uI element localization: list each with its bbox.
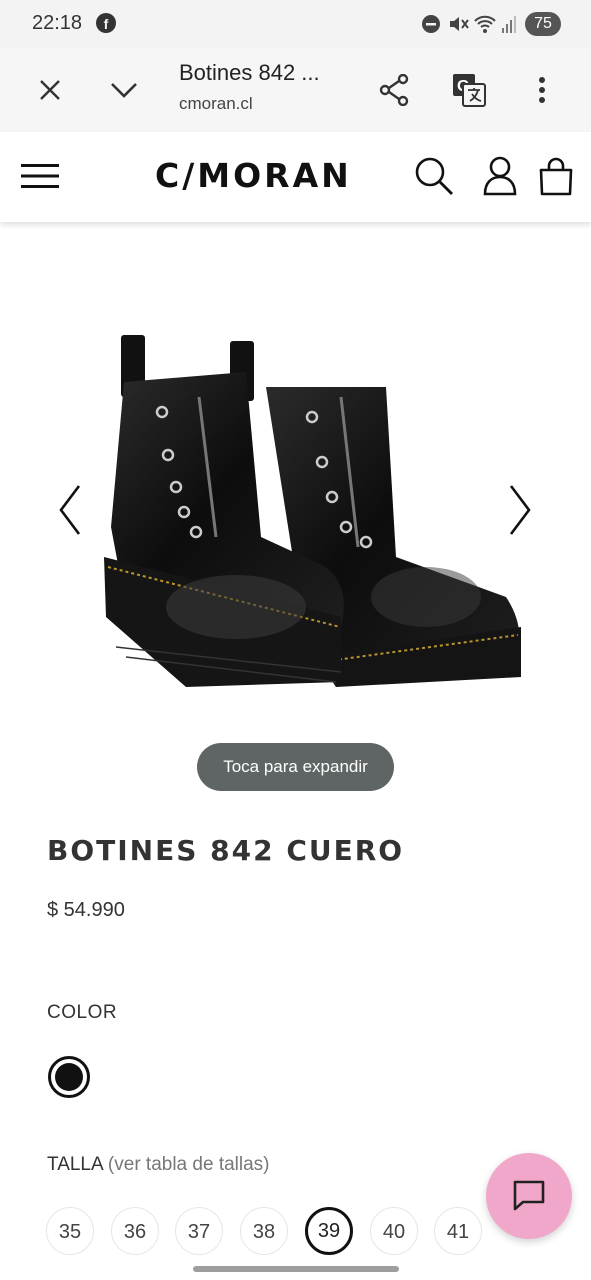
translate-button[interactable]: G: [447, 68, 491, 112]
page-url[interactable]: cmoran.cl: [179, 94, 253, 114]
gesture-nav-bar[interactable]: [193, 1266, 399, 1272]
battery-indicator: 75: [525, 12, 561, 36]
share-button[interactable]: [372, 68, 416, 112]
size-option-40[interactable]: 40: [370, 1207, 418, 1255]
site-header: C/MORAN: [0, 132, 591, 222]
menu-button[interactable]: [16, 152, 64, 200]
chat-button[interactable]: [486, 1153, 572, 1239]
browser-toolbar: Botines 842 ... cmoran.cl G: [0, 48, 591, 133]
previous-image-button[interactable]: [50, 480, 90, 540]
more-options-button[interactable]: [520, 68, 564, 112]
chevron-down-icon: [111, 83, 137, 98]
close-icon: [40, 80, 60, 100]
cart-button[interactable]: [532, 152, 580, 200]
mute-icon: [450, 17, 469, 31]
color-swatch-fill: [55, 1063, 83, 1091]
minimize-tab-button[interactable]: [102, 68, 146, 112]
site-logo[interactable]: C/MORAN: [155, 156, 352, 195]
facebook-notification-icon: f: [96, 13, 116, 33]
page-title: Botines 842 ...: [179, 60, 320, 85]
account-button[interactable]: [476, 152, 524, 200]
product-name: BOTINES 842 CUERO: [47, 834, 405, 867]
size-option-35[interactable]: 35: [46, 1207, 94, 1255]
size-label: TALLA: [47, 1154, 103, 1175]
product-gallery[interactable]: Toca para expandir: [0, 222, 591, 791]
product-price: $ 54.990: [47, 899, 125, 921]
more-vert-icon: [539, 77, 545, 103]
search-icon: [415, 157, 453, 195]
color-swatch-black[interactable]: [48, 1056, 90, 1098]
status-bar: 22:18 f 75: [0, 0, 591, 48]
share-icon: [379, 74, 409, 106]
size-option-38[interactable]: 38: [240, 1207, 288, 1255]
search-button[interactable]: [410, 152, 458, 200]
do-not-disturb-icon: [422, 15, 440, 33]
size-option-36[interactable]: 36: [111, 1207, 159, 1255]
product-image: [104, 335, 521, 687]
size-option-37[interactable]: 37: [175, 1207, 223, 1255]
color-label: COLOR: [47, 1002, 118, 1023]
chevron-left-icon: [59, 485, 81, 535]
size-chart-link[interactable]: (ver tabla de tallas): [108, 1154, 270, 1175]
size-option-41[interactable]: 41: [434, 1207, 482, 1255]
tap-to-expand-hint: Toca para expandir: [197, 743, 394, 791]
size-option-39[interactable]: 39: [305, 1207, 353, 1255]
size-label-row: TALLA (ver tabla de tallas): [47, 1154, 270, 1176]
close-tab-button[interactable]: [28, 68, 72, 112]
user-icon: [483, 156, 517, 196]
chat-icon: [513, 1180, 545, 1211]
signal-icon: [502, 16, 516, 33]
status-time: 22:18: [32, 12, 83, 34]
hamburger-menu-icon: [21, 164, 59, 188]
shopping-bag-icon: [539, 157, 573, 196]
translate-icon: G: [453, 74, 486, 107]
wifi-icon: [474, 15, 496, 33]
status-icons: 75: [421, 10, 561, 38]
